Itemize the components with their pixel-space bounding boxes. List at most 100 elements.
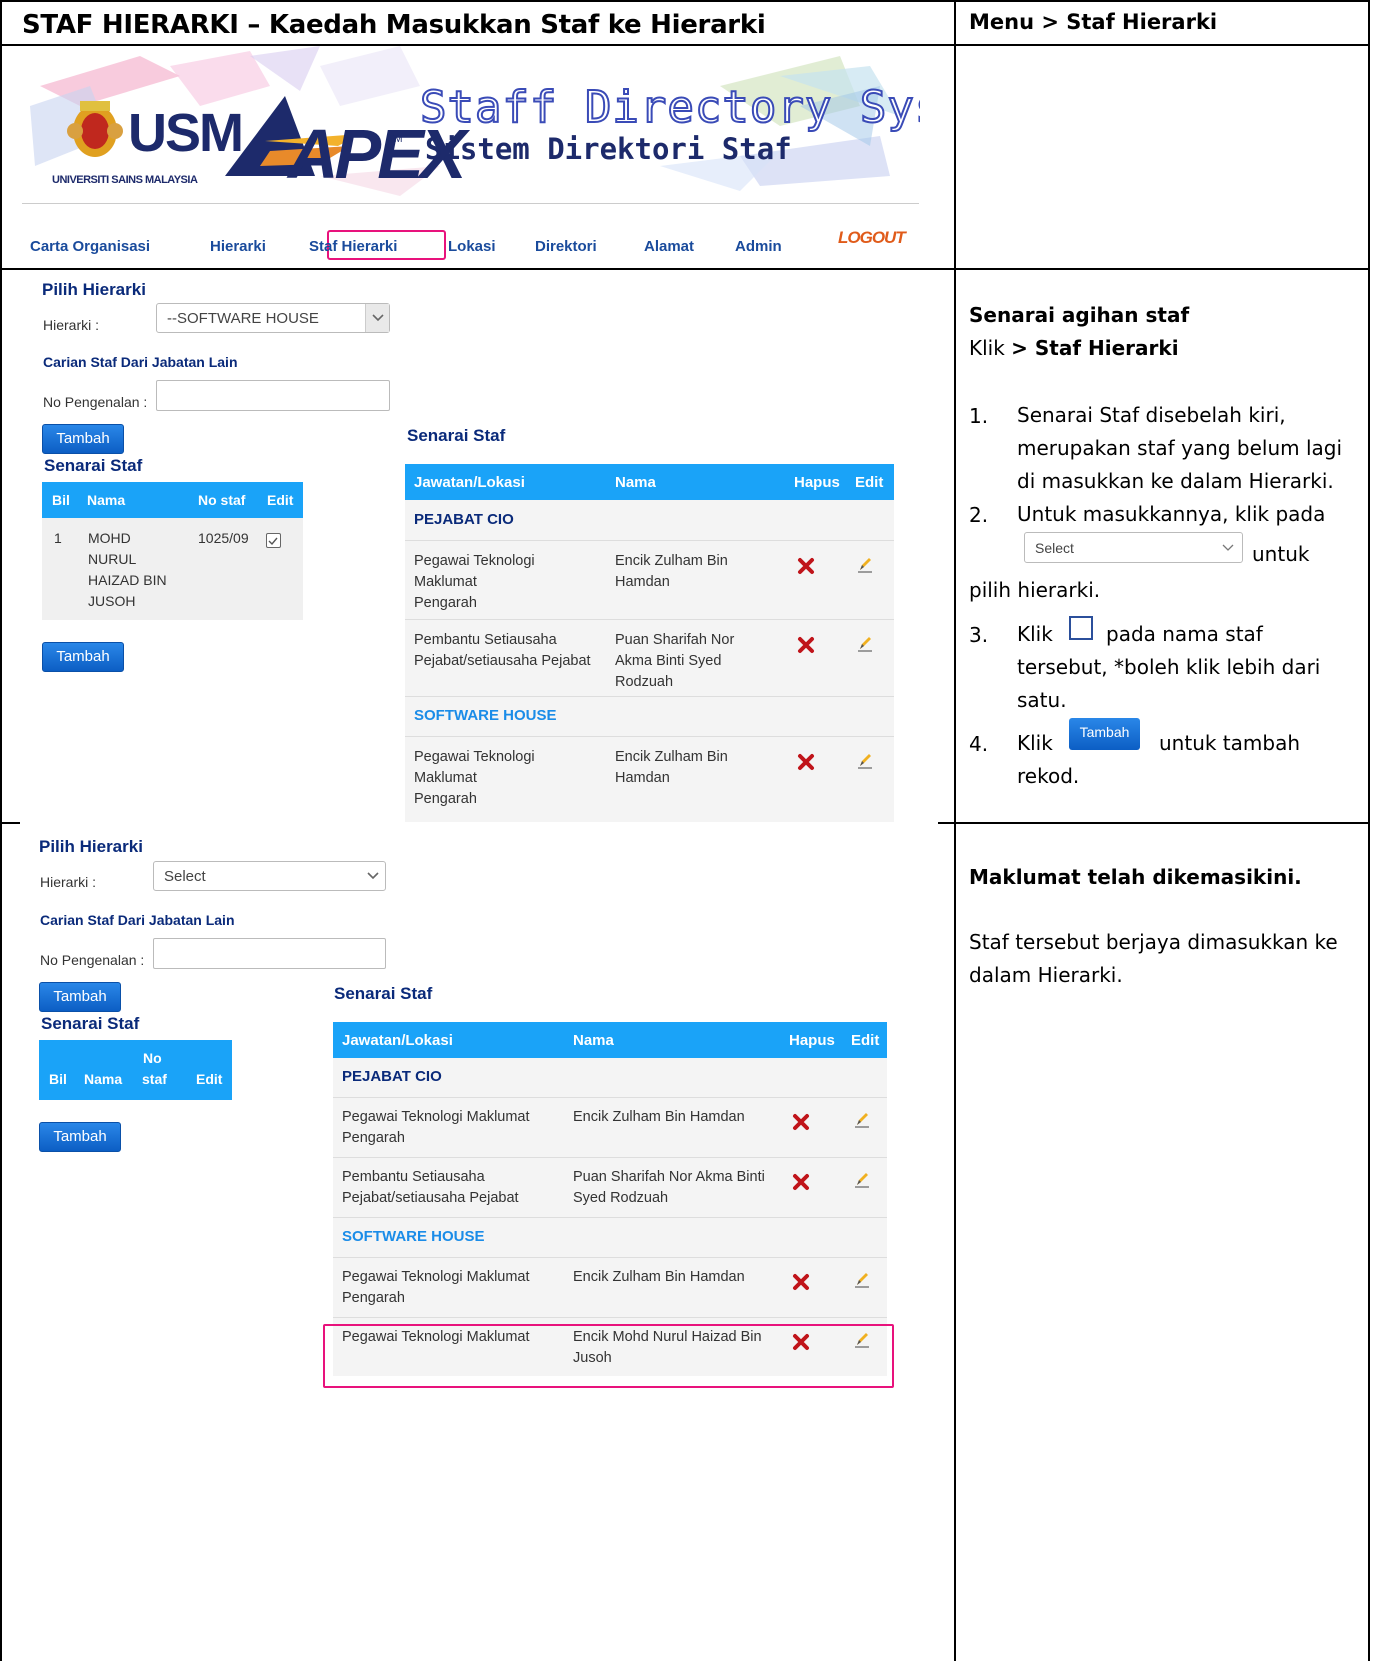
jawatan-line: Pejabat/setiausaha Pejabat [342,1190,519,1206]
example-tambah-button: Tambah [1069,718,1140,750]
example-checkbox-icon [1069,616,1093,640]
col-no-staf: No staf [198,492,246,508]
nav-alamat[interactable]: Alamat [644,238,694,255]
hierarki-select[interactable]: --SOFTWARE HOUSE [156,303,390,333]
logout-button[interactable]: LOGOUT [838,228,906,248]
jawatan-line: Pengarah [342,1130,405,1146]
list-table-header: Jawatan/Lokasi Nama Hapus Edit [333,1022,887,1058]
jawatan-line: Pegawai Teknologi [414,749,535,765]
step-text: pilih hierarki. [969,578,1101,602]
group-row: PEJABAT CIO [405,500,894,541]
unassigned-staff-table: Bil Nama No staf Edit [39,1040,232,1100]
pencil-edit-icon[interactable] [854,1270,870,1288]
jawatan-line: Pengarah [414,791,477,807]
apex-trademark: TM [388,134,403,145]
pencil-edit-icon[interactable] [854,1170,870,1188]
tambah-button[interactable]: Tambah [42,424,124,454]
jawatan-line: Maklumat [414,770,477,786]
step-text: satu. [1017,688,1067,712]
col-edit: Edit [851,1032,880,1049]
delete-icon[interactable] [792,1173,810,1191]
col-hapus: Hapus [789,1032,835,1049]
senarai-staf-heading: Senarai Staf [44,456,143,475]
step-number: 4. [969,732,989,756]
table-row: Pembantu Setiausaha Pejabat/setiausaha P… [405,620,894,697]
col-nama: Nama [573,1032,614,1049]
no-pengenalan-input[interactable] [156,380,390,411]
list-heading: Senarai Staf [334,984,433,1003]
jawatan-line: Pengarah [342,1290,405,1306]
frame-row3-right [938,822,1370,824]
delete-icon[interactable] [797,557,815,575]
delete-icon[interactable] [797,753,815,771]
pencil-edit-icon[interactable] [854,1110,870,1128]
no-pengenalan-input[interactable] [153,938,386,969]
nama-line: Encik Zulham Bin [615,749,728,765]
hierarki-label: Hierarki : [40,874,97,890]
tambah-button-2[interactable]: Tambah [39,1122,121,1152]
senarai-staf-heading: Senarai Staf [41,1014,140,1033]
hierarki-select[interactable]: Select [153,861,386,891]
jawatan-line: Pegawai Teknologi [414,553,535,569]
nama-line: Encik Zulham Bin Hamdan [573,1109,745,1125]
delete-icon[interactable] [792,1273,810,1291]
panel-before: Pilih Hierarki Hierarki : --SOFTWARE HOU… [0,270,954,822]
row-nama-3: HAIZAD BIN [88,572,167,588]
group-row: PEJABAT CIO [333,1058,887,1098]
row-nama-1: MOHD [88,530,131,546]
no-pengenalan-label: No Pengenalan : [43,394,148,410]
klik-path: > Staf Hierarki [1011,336,1179,360]
nama-line: Encik Zulham Bin [615,553,728,569]
menu-path: Menu > Staf Hierarki [969,10,1218,34]
step-text: Klik [1017,622,1053,646]
chevron-down-icon [1222,544,1234,551]
delete-icon[interactable] [792,1113,810,1131]
instructions-heading: Senarai agihan staf [969,303,1190,327]
group-software-house: SOFTWARE HOUSE [414,707,557,724]
hierarki-label: Hierarki : [43,317,100,333]
top-navigation: Carta Organisasi Hierarki Staf Hierarki … [30,230,920,260]
nav-carta-organisasi[interactable]: Carta Organisasi [30,238,150,255]
table-row: Pegawai Teknologi Maklumat Pengarah Enci… [405,541,894,620]
instructions-heading: Maklumat telah dikemasikini. [969,865,1302,889]
pencil-edit-icon[interactable] [857,634,873,652]
nav-hierarki[interactable]: Hierarki [210,238,266,255]
assigned-staff-table: Jawatan/Lokasi Nama Hapus Edit PEJABAT C… [405,464,894,822]
table-row: 1 MOHD NURUL HAIZAD BIN JUSOH 1025/09 [42,518,303,618]
group-pejabat-cio: PEJABAT CIO [342,1068,442,1085]
nama-line: Encik Zulham Bin Hamdan [573,1269,745,1285]
jawatan-line: Pembantu Setiausaha [414,632,557,648]
tambah-button-2[interactable]: Tambah [42,642,124,672]
jawatan-line: Pejabat/setiausaha Pejabat [414,653,591,669]
nama-line: Hamdan [615,770,670,786]
col-edit: Edit [855,474,884,491]
step-text: Untuk masukkannya, klik pada [1017,502,1326,526]
step-text: Senarai Staf disebelah kiri, [1017,403,1286,427]
col-hapus: Hapus [794,474,840,491]
instructions-klik: Klik > Staf Hierarki [969,336,1179,360]
pencil-edit-icon[interactable] [857,751,873,769]
delete-icon[interactable] [797,636,815,654]
nama-line: Akma Binti Syed [615,653,722,669]
col-jawatan: Jawatan/Lokasi [414,474,525,491]
col-edit: Edit [196,1071,223,1087]
new-record-highlight [323,1324,894,1388]
col-nama: Nama [87,492,126,508]
carian-heading: Carian Staf Dari Jabatan Lain [40,912,235,928]
klik-text: Klik [969,336,1012,360]
col-edit: Edit [267,492,294,508]
staff-checkbox[interactable] [266,533,281,548]
pencil-edit-icon[interactable] [857,555,873,573]
nav-lokasi[interactable]: Lokasi [448,238,496,255]
tambah-button[interactable]: Tambah [39,982,121,1012]
table-row: Pegawai Teknologi Maklumat Pengarah Enci… [405,737,894,822]
step-text: Klik [1017,731,1053,755]
app-banner: USM UNIVERSITI SAINS MALAYSIA APEX TM St… [20,46,920,200]
nav-admin[interactable]: Admin [735,238,782,255]
chevron-down-icon [365,304,389,332]
nav-direktori[interactable]: Direktori [535,238,597,255]
carian-heading: Carian Staf Dari Jabatan Lain [43,354,238,370]
pilih-hierarki-heading: Pilih Hierarki [39,837,143,856]
nav-staf-hierarki[interactable]: Staf Hierarki [309,238,397,255]
jawatan-line: Maklumat [414,574,477,590]
